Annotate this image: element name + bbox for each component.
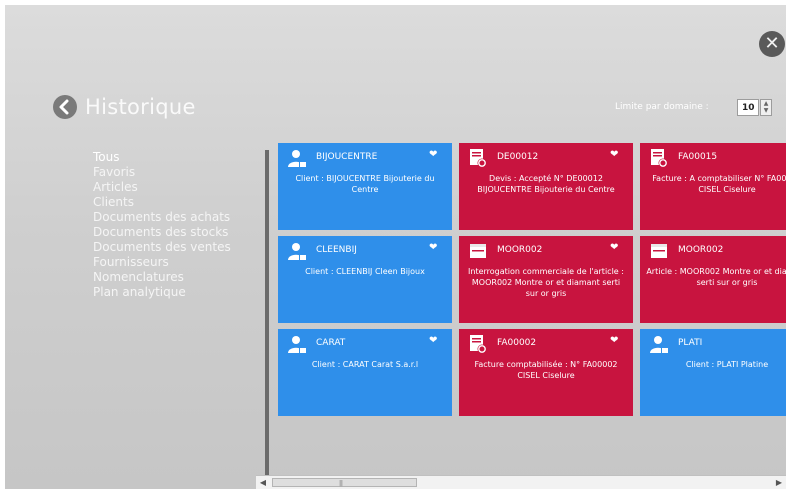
limit-per-domain-input[interactable]: 10 xyxy=(737,99,759,116)
favorite-icon[interactable]: ❤ xyxy=(429,149,437,160)
favorite-icon[interactable]: ❤ xyxy=(429,335,437,346)
grip-icon: ||| xyxy=(339,480,343,487)
back-button[interactable] xyxy=(53,95,77,119)
tile-description: Article : MOOR002 Montre or et diamant s… xyxy=(646,267,786,287)
tile-title: BIJOUCENTRE xyxy=(316,152,378,162)
client-icon xyxy=(650,336,668,353)
sidebar-item-clients[interactable]: Clients xyxy=(93,195,231,210)
favorite-icon[interactable]: ❤ xyxy=(610,335,618,346)
scrollbar-thumb[interactable]: ||| xyxy=(272,478,417,487)
sidebar-item-favoris[interactable]: Favoris xyxy=(93,165,231,180)
tile-facture-fa00002[interactable]: FA00002 ❤ Facture comptabilisée : N° FA0… xyxy=(459,329,633,416)
document-icon xyxy=(470,149,487,168)
page-title: Historique xyxy=(85,95,196,119)
tile-client-plati[interactable]: PLATI Client : PLATI Platine xyxy=(640,329,786,416)
tile-devis-de00012[interactable]: DE00012 ❤ Devis : Accepté N° DE00012 BIJ… xyxy=(459,143,633,230)
sidebar-item-articles[interactable]: Articles xyxy=(93,180,231,195)
sidebar-item-nomenclatures[interactable]: Nomenclatures xyxy=(93,270,231,285)
close-icon[interactable]: ✕ xyxy=(759,31,785,57)
tile-title: CLEENBIJ xyxy=(316,245,357,255)
sidebar-item-documents-ventes[interactable]: Documents des ventes xyxy=(93,240,231,255)
sidebar-item-fournisseurs[interactable]: Fournisseurs xyxy=(93,255,231,270)
tile-description: Facture comptabilisée : N° FA00002 CISEL… xyxy=(474,360,618,380)
scroll-left-icon[interactable]: ◀ xyxy=(256,476,270,489)
arrow-left-icon xyxy=(59,99,69,115)
limit-spinner[interactable]: ▲ ▼ xyxy=(760,99,772,116)
tile-interrogation-moor002[interactable]: MOOR002 ❤ Interrogation commerciale de l… xyxy=(459,236,633,323)
document-icon xyxy=(470,335,487,354)
article-icon xyxy=(651,244,667,258)
horizontal-scrollbar[interactable]: ◀ ||| ▶ xyxy=(256,475,786,489)
favorite-icon[interactable]: ❤ xyxy=(429,242,437,253)
tile-description: Client : CARAT Carat S.a.r.l xyxy=(311,360,419,369)
favorite-icon[interactable]: ❤ xyxy=(610,149,618,160)
tile-title: DE00012 xyxy=(497,152,539,162)
client-icon xyxy=(288,150,306,167)
tile-client-bijoucentre[interactable]: BIJOUCENTRE ❤ Client : BIJOUCENTRE Bijou… xyxy=(278,143,452,230)
divider xyxy=(265,150,269,480)
sidebar-nav: Tous Favoris Articles Clients Documents … xyxy=(93,150,231,300)
client-icon xyxy=(288,243,306,260)
history-window: ✕ Historique Limite par domaine : 10 ▲ ▼ … xyxy=(5,5,786,489)
favorite-icon[interactable]: ❤ xyxy=(610,242,618,253)
document-icon xyxy=(651,149,668,168)
sidebar-item-documents-achats[interactable]: Documents des achats xyxy=(93,210,231,225)
tile-client-cleenbij[interactable]: CLEENBIJ ❤ Client : CLEENBIJ Cleen Bijou… xyxy=(278,236,452,323)
history-tiles: BIJOUCENTRE ❤ Client : BIJOUCENTRE Bijou… xyxy=(278,143,786,465)
sidebar-item-tous[interactable]: Tous xyxy=(93,150,231,165)
tile-title: PLATI xyxy=(678,338,703,348)
tile-client-carat[interactable]: CARAT ❤ Client : CARAT Carat S.a.r.l xyxy=(278,329,452,416)
client-icon xyxy=(288,336,306,353)
article-icon xyxy=(470,244,486,258)
tile-title: CARAT xyxy=(316,338,346,348)
sidebar-item-plan-analytique[interactable]: Plan analytique xyxy=(93,285,231,300)
tile-description: Client : PLATI Platine xyxy=(685,360,769,369)
tile-facture-fa00015[interactable]: FA00015 Facture : A comptabiliser N° FA0… xyxy=(640,143,786,230)
tile-description: Interrogation commerciale de l'article :… xyxy=(468,267,624,298)
tile-article-moor002[interactable]: MOOR002 Article : MOOR002 Montre or et d… xyxy=(640,236,786,323)
tile-description: Client : BIJOUCENTRE Bijouterie du Centr… xyxy=(295,174,435,194)
tile-title: FA00002 xyxy=(497,338,537,348)
tile-description: Devis : Accepté N° DE00012 BIJOUCENTRE B… xyxy=(477,174,615,194)
tile-title: FA00015 xyxy=(678,152,718,162)
tile-description: Client : CLEENBIJ Cleen Bijoux xyxy=(305,267,425,276)
tile-title: MOOR002 xyxy=(678,245,724,255)
limit-label: Limite par domaine : xyxy=(615,102,709,112)
sidebar-item-documents-stocks[interactable]: Documents des stocks xyxy=(93,225,231,240)
scroll-right-icon[interactable]: ▶ xyxy=(772,476,786,489)
tile-description: Facture : A comptabiliser N° FA00015 CIS… xyxy=(652,174,786,194)
tile-title: MOOR002 xyxy=(497,245,543,255)
